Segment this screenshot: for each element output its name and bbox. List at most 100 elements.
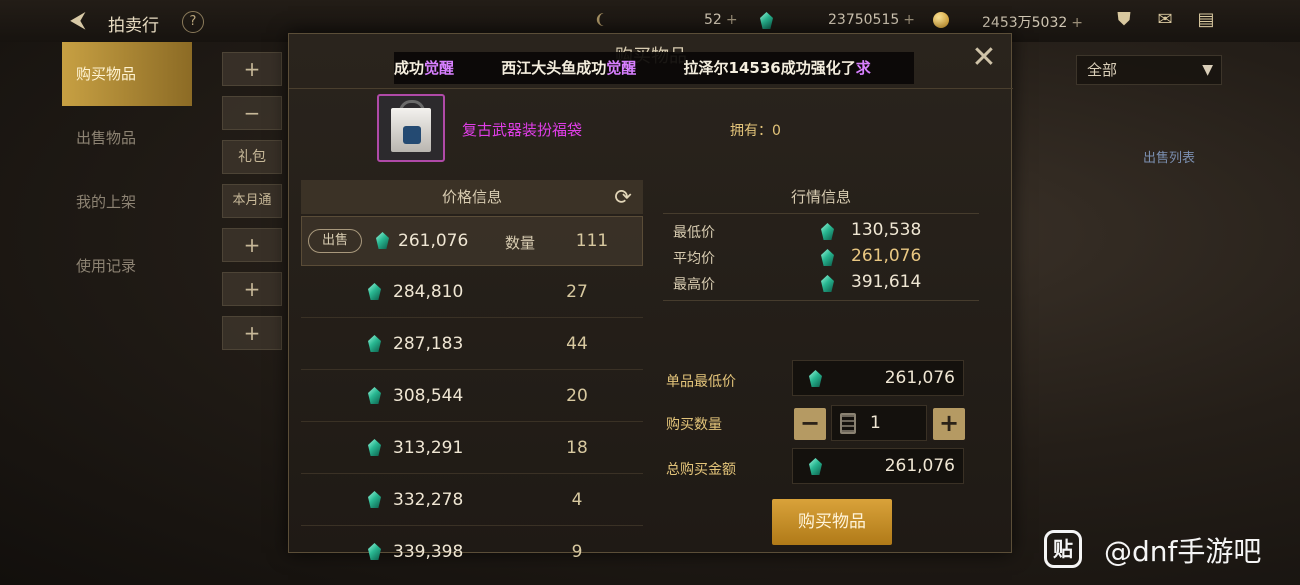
refresh-icon[interactable]: ⟳: [611, 185, 635, 209]
owned-count: 拥有：0: [730, 123, 781, 139]
chevron-down-icon: ▼: [1202, 62, 1213, 78]
listing-price: 332,278: [393, 490, 464, 510]
price-panel-title: 价格信息: [441, 188, 502, 206]
collapse-button[interactable]: −: [222, 96, 282, 130]
currency-a: 52 +: [704, 12, 738, 28]
min-price-label: 最低价: [673, 225, 715, 241]
total-label: 总购买金额: [666, 462, 736, 478]
category-month[interactable]: 本月通: [222, 184, 282, 218]
price-panel-header: 价格信息 ⟳: [301, 180, 643, 214]
gem-icon: [821, 275, 834, 292]
currency-c: 2453万5032 +: [982, 12, 1083, 32]
expand-button[interactable]: +: [222, 272, 282, 306]
listing-price: 339,398: [393, 542, 464, 562]
gold-coin-icon: [933, 12, 949, 28]
marquee-text: 拉泽尔14536成功强化了: [683, 59, 856, 77]
marquee-highlight: 求: [855, 59, 871, 77]
sidebar-item-sell[interactable]: 出售物品: [62, 106, 192, 170]
currency-a-value: 52: [704, 12, 722, 28]
add-currency-c-icon[interactable]: +: [1071, 15, 1083, 31]
announcement-marquee: 成功觉醒 西江大头鱼成功觉醒 拉泽尔14536成功强化了求: [394, 52, 914, 84]
gem-icon: [821, 249, 834, 266]
listing-row[interactable]: 313,291 18: [301, 424, 643, 474]
sidebar-item-history[interactable]: 使用记录: [62, 234, 192, 298]
listing-qty: 27: [566, 282, 588, 302]
gem-icon: [368, 439, 381, 456]
gem-icon: [809, 370, 822, 387]
listing-qty: 18: [566, 438, 588, 458]
listing-row[interactable]: 332,278 4: [301, 476, 643, 526]
currency-icon: ❨: [594, 12, 606, 28]
sidebar: 购买物品 出售物品 我的上架 使用记录: [62, 42, 192, 585]
avg-price-value: 261,076: [851, 246, 922, 266]
listing-row[interactable]: 308,544 20: [301, 372, 643, 422]
unit-min-label: 单品最低价: [666, 374, 736, 390]
category-gift[interactable]: 礼包: [222, 140, 282, 174]
listing-qty: 44: [566, 334, 588, 354]
quantity-input[interactable]: 1: [831, 405, 927, 441]
listing-qty: 20: [566, 386, 588, 406]
calculator-icon[interactable]: [840, 413, 856, 434]
decrease-qty-button[interactable]: −: [794, 408, 826, 440]
item-name: 复古武器装扮福袋: [462, 121, 583, 139]
sell-list-link[interactable]: 出售列表: [1143, 147, 1195, 166]
gem-icon: [368, 491, 381, 508]
total-value: 261,076: [884, 456, 955, 476]
mail-icon[interactable]: ✉: [1151, 8, 1179, 32]
add-currency-a-icon[interactable]: +: [726, 12, 738, 28]
market-avg-row: 平均价 261,076: [663, 244, 979, 270]
max-price-label: 最高价: [673, 277, 715, 293]
listing-row[interactable]: 284,810 27: [301, 268, 643, 318]
sidebar-item-buy[interactable]: 购买物品: [62, 42, 192, 106]
gem-icon: [368, 283, 381, 300]
gem-icon: [809, 458, 822, 475]
listing-qty: 9: [571, 542, 583, 562]
item-icon: [377, 94, 445, 162]
filter-selected: 全部: [1087, 61, 1118, 79]
sell-button[interactable]: 出售: [308, 229, 362, 253]
listing-price: 261,076: [398, 231, 469, 251]
min-price-value: 130,538: [851, 220, 922, 240]
category-column: + − 礼包 本月通 + + +: [222, 52, 292, 360]
expand-button[interactable]: +: [222, 52, 282, 86]
market-min-row: 最低价 130,538: [663, 218, 979, 244]
gem-icon: [368, 543, 381, 560]
watermark-text: @dnf手游吧: [1104, 535, 1262, 568]
back-arrow-icon[interactable]: ⮜: [70, 9, 98, 33]
gem-icon: [368, 335, 381, 352]
qty-label: 数量: [505, 234, 536, 252]
bag-icon[interactable]: ⛊: [1110, 8, 1138, 32]
market-info-panel: 行情信息 最低价 130,538 平均价 261,076 最高价 391,614: [663, 180, 979, 301]
tieba-logo-icon: 贴: [1044, 530, 1082, 568]
quantity-value: 1: [870, 413, 881, 433]
buy-qty-label: 购买数量: [666, 417, 722, 433]
emblem: [403, 126, 421, 144]
listing-price: 287,183: [393, 334, 464, 354]
marquee-text: 成功: [394, 59, 425, 77]
chat-icon[interactable]: ▤: [1192, 8, 1220, 32]
increase-qty-button[interactable]: +: [933, 408, 965, 440]
divider: [663, 300, 979, 301]
marquee-highlight: 觉醒: [606, 59, 637, 77]
listing-row[interactable]: 339,398 9: [301, 528, 643, 578]
sidebar-item-my-listings[interactable]: 我的上架: [62, 170, 192, 234]
listing-row[interactable]: 287,183 44: [301, 320, 643, 370]
add-currency-b-icon[interactable]: +: [903, 12, 915, 28]
buy-item-dialog: 购买物品 成功觉醒 西江大头鱼成功觉醒 拉泽尔14536成功强化了求 ✕ 复古武…: [288, 33, 1013, 562]
currency-c-value: 2453万5032: [982, 15, 1068, 31]
expand-button[interactable]: +: [222, 316, 282, 350]
filter-dropdown[interactable]: 全部 ▼: [1076, 55, 1222, 85]
listing-price: 313,291: [393, 438, 464, 458]
max-price-value: 391,614: [851, 272, 922, 292]
listing-row[interactable]: 出售 261,076 数量 111: [301, 216, 643, 266]
listing-qty: 111: [575, 231, 609, 251]
gem-icon: [376, 232, 389, 249]
listing-qty: 4: [571, 490, 583, 510]
currency-b: 2375051​5 +: [828, 12, 915, 28]
buy-button[interactable]: 购买物品: [772, 499, 892, 545]
close-icon[interactable]: ✕: [971, 43, 997, 73]
gem-icon: [368, 387, 381, 404]
expand-button[interactable]: +: [222, 228, 282, 262]
divider: [289, 88, 1013, 89]
help-icon[interactable]: ?: [182, 11, 204, 33]
